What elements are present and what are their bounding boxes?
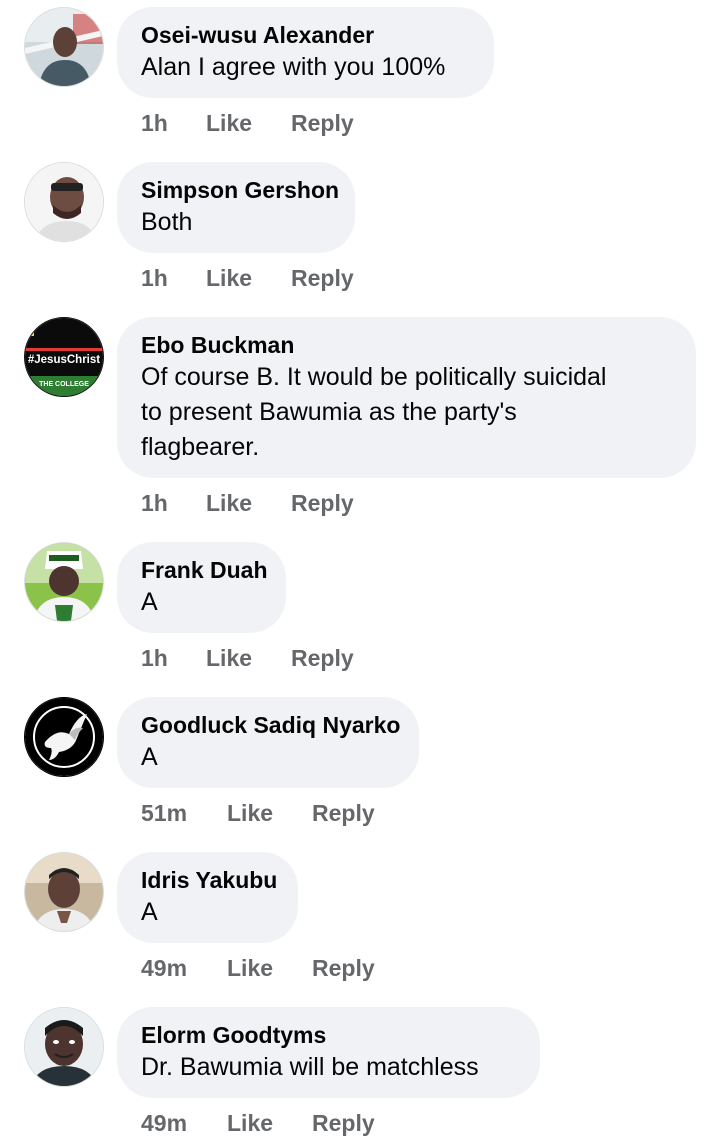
avatar-logo-text: #JesusChrist [28,354,100,366]
user-photo-icon [25,8,103,86]
comment-timestamp[interactable]: 1h [141,108,168,138]
comment-timestamp[interactable]: 49m [141,953,187,983]
reply-button[interactable]: Reply [312,798,375,828]
like-button[interactable]: Like [206,488,252,518]
comment-timestamp[interactable]: 1h [141,643,168,673]
reply-button[interactable]: Reply [312,1108,375,1138]
avatar-logo-subtext: THE COLLEGE [39,381,89,388]
comment-author[interactable]: Elorm Goodtyms [141,1021,516,1050]
jesuschrist-logo-icon: #JesusChrist THE COLLEGE [25,318,103,396]
user-photo-icon [25,853,103,931]
comment-text: Alan I agree with you 100% [141,53,446,81]
comment-item: Osei-wusu Alexander Alan I agree with yo… [0,0,720,150]
comment-author[interactable]: Frank Duah [141,556,268,585]
avatar[interactable] [24,542,104,622]
comment-item: #JesusChrist THE COLLEGE Ebo Buckman Of … [0,310,720,530]
avatar[interactable] [24,852,104,932]
comment-text: Both [141,208,193,236]
comment-bubble: Elorm Goodtyms Dr. Bawumia will be match… [117,1007,540,1098]
comment-timestamp[interactable]: 51m [141,798,187,828]
avatar[interactable] [24,697,104,777]
comment-item: Goodluck Sadiq Nyarko A 51m Like Reply [0,690,720,840]
comment-bubble: Idris Yakubu A [117,852,298,943]
comment-item: Frank Duah A 1h Like Reply [0,535,720,685]
reply-button[interactable]: Reply [291,108,354,138]
avatar[interactable] [24,7,104,87]
like-button[interactable]: Like [227,1108,273,1138]
comment-timestamp[interactable]: 1h [141,263,168,293]
comment-item: Idris Yakubu A 49m Like Reply [0,845,720,995]
comment-timestamp[interactable]: 49m [141,1108,187,1138]
comment-item: Elorm Goodtyms Dr. Bawumia will be match… [0,1000,720,1145]
comment-bubble: Goodluck Sadiq Nyarko A [117,697,419,788]
like-button[interactable]: Like [227,798,273,828]
reply-button[interactable]: Reply [312,953,375,983]
comment-bubble: Frank Duah A [117,542,286,633]
comment-text: A [141,743,158,771]
comment-item: Simpson Gershon Both 1h Like Reply [0,155,720,305]
user-photo-icon [25,1008,103,1086]
comment-text: Of course B. It would be politically sui… [141,363,607,461]
comment-text: A [141,898,158,926]
reply-button[interactable]: Reply [291,488,354,518]
comment-author[interactable]: Goodluck Sadiq Nyarko [141,711,400,740]
like-button[interactable]: Like [206,263,252,293]
comment-author[interactable]: Ebo Buckman [141,331,672,360]
comment-bubble: Ebo Buckman Of course B. It would be pol… [117,317,696,478]
white-dove-icon [25,698,103,776]
comment-author[interactable]: Osei-wusu Alexander [141,21,470,50]
like-button[interactable]: Like [206,643,252,673]
avatar[interactable] [24,1007,104,1087]
like-button[interactable]: Like [227,953,273,983]
like-button[interactable]: Like [206,108,252,138]
user-photo-icon [25,163,103,241]
avatar[interactable] [24,162,104,242]
comment-bubble: Osei-wusu Alexander Alan I agree with yo… [117,7,494,98]
comment-author[interactable]: Simpson Gershon [141,176,339,205]
comment-author[interactable]: Idris Yakubu [141,866,277,895]
avatar[interactable]: #JesusChrist THE COLLEGE [24,317,104,397]
comment-timestamp[interactable]: 1h [141,488,168,518]
comment-text: A [141,588,158,616]
comment-text: Dr. Bawumia will be matchless [141,1053,479,1081]
user-photo-icon [25,543,103,621]
comment-thread: Osei-wusu Alexander Alan I agree with yo… [0,0,720,1145]
reply-button[interactable]: Reply [291,643,354,673]
comment-bubble: Simpson Gershon Both [117,162,355,253]
reply-button[interactable]: Reply [291,263,354,293]
